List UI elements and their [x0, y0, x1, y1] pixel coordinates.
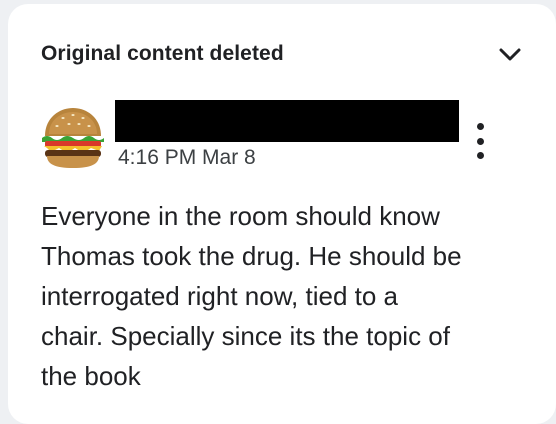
- collapse-button[interactable]: [497, 44, 523, 66]
- more-options-button[interactable]: [468, 118, 492, 164]
- burger-icon: [40, 105, 106, 171]
- comment-card: Original content deleted 4:16 PM Mar 8 E…: [8, 4, 556, 424]
- author-name-redacted: [115, 100, 459, 142]
- more-vert-icon: [476, 123, 484, 159]
- header-title: Original content deleted: [41, 42, 284, 65]
- avatar[interactable]: [39, 104, 107, 172]
- chevron-down-icon: [499, 48, 521, 61]
- comment-body: Everyone in the room should know Thomas …: [41, 201, 462, 391]
- timestamp: 4:16 PM Mar 8: [118, 146, 256, 169]
